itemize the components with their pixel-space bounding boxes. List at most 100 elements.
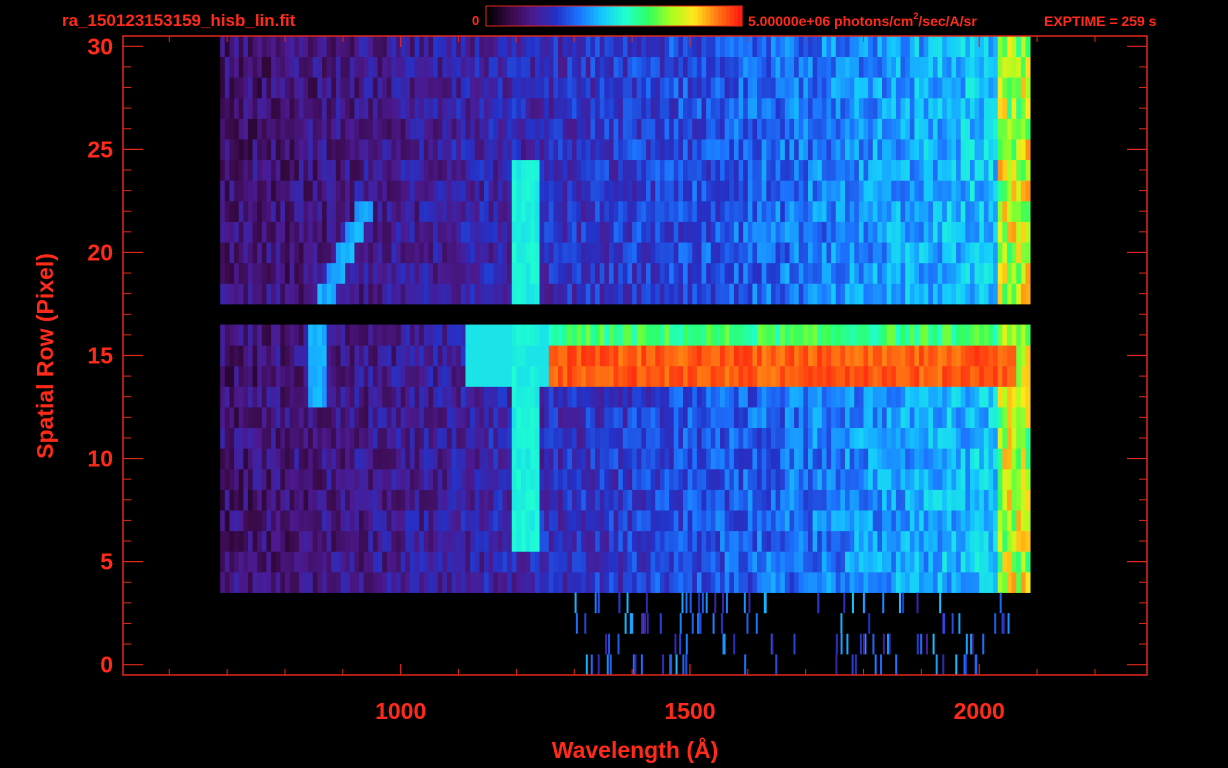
heatmap-cell [354,489,360,511]
heatmap-cell [770,551,776,573]
heatmap-cell [345,283,351,305]
heatmap-cell [400,242,406,264]
heatmap-cell [840,468,846,490]
heatmap-cell [571,221,577,243]
heatmap-cell [988,77,994,99]
heatmap-cell [1025,159,1031,181]
heatmap-cell [261,97,267,119]
heatmap-cell [974,510,980,532]
heatmap-cell [780,510,786,532]
heatmap-cell [645,448,652,470]
heatmap-cell [659,468,665,490]
heatmap-cell [599,571,605,593]
heatmap-cell [840,633,843,655]
heatmap-cell [613,510,619,532]
heatmap-cell [724,56,730,78]
heatmap-cell [484,407,490,429]
heatmap-cell [780,97,786,119]
heatmap-cell [396,571,402,593]
heatmap-cell [854,386,860,408]
heatmap-cell [608,551,614,573]
heatmap-cell [340,530,346,552]
heatmap-cell [446,221,453,243]
heatmap-cell [271,139,277,161]
heatmap-cell [886,386,892,408]
heatmap-cell [484,365,490,387]
heatmap-cell [798,180,804,202]
colorbar-swatch [614,6,619,26]
heatmap-cell [303,407,309,429]
heatmap-cell [942,242,948,264]
heatmap-cell [539,571,545,593]
heatmap-cell [382,386,388,408]
heatmap-cell [312,118,318,140]
heatmap-cell [451,407,457,429]
colorbar-swatch [706,6,711,26]
heatmap-cell [669,262,675,284]
heatmap-cell [877,118,883,140]
heatmap-cell [923,365,929,387]
heatmap-cell [683,283,689,305]
heatmap-cell [363,283,369,305]
heatmap-cell [942,345,948,367]
heatmap-cell [937,283,943,305]
heatmap-cell [359,571,365,593]
heatmap-cell [460,489,466,511]
heatmap-cell [349,551,355,573]
heatmap-cell [687,324,693,346]
heatmap-cell [493,242,499,264]
heatmap-cell [224,77,230,99]
heatmap-cell [271,77,277,99]
heatmap-cell [738,530,744,552]
heatmap-cell [729,200,735,222]
heatmap-cell [669,36,675,58]
heatmap-cell [599,159,605,181]
heatmap-cell [595,530,601,552]
heatmap-cell [271,530,277,552]
heatmap-cell [807,139,814,161]
heatmap-cell [497,139,503,161]
heatmap-cell [664,200,670,222]
heatmap-cell [724,242,730,264]
heatmap-cell [484,571,490,593]
heatmap-cell [831,139,837,161]
heatmap-cell [247,221,253,243]
heatmap-cell [419,427,425,449]
heatmap-cell [696,571,702,593]
heatmap-cell [558,262,564,284]
heatmap-cell [724,530,730,552]
heatmap-cell [863,283,869,305]
heatmap-cell [937,571,943,593]
heatmap-cell [442,118,448,140]
heatmap-cell [641,530,647,552]
heatmap-cell [257,159,263,181]
heatmap-cell [423,324,429,346]
heatmap-cell [691,613,694,634]
heatmap-cell [983,489,989,511]
heatmap-cell [294,159,300,181]
heatmap-cell [1011,386,1017,408]
heatmap-cell [854,468,860,490]
heatmap-cell [335,510,341,532]
heatmap-cell [456,551,462,573]
heatmap-cell [604,345,610,367]
heatmap-cell [692,77,698,99]
heatmap-cell [516,365,522,387]
heatmap-cell [1007,180,1013,202]
heatmap-cell [645,283,652,305]
heatmap-cell [595,56,601,78]
heatmap-cell [715,324,721,346]
heatmap-cell [743,262,749,284]
heatmap-cell [576,448,582,470]
heatmap-cell [1020,36,1026,58]
heatmap-cell [618,221,624,243]
heatmap-cell [683,489,689,511]
heatmap-cell [331,365,337,387]
heatmap-cell [997,242,1003,264]
heatmap-cell [993,427,999,449]
heatmap-cell [423,386,429,408]
heatmap-cell [923,180,929,202]
heatmap-cell [567,365,573,387]
heatmap-cell [562,551,568,573]
heatmap-cell [567,551,573,573]
